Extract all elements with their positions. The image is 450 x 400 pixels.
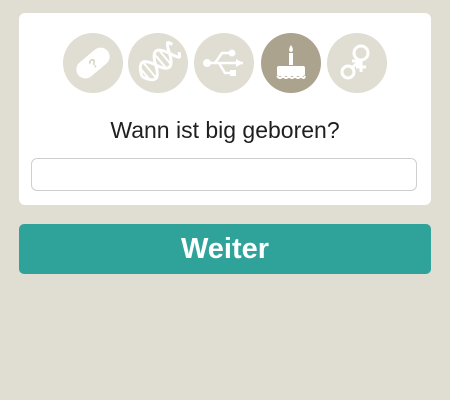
step-birthday (261, 33, 321, 93)
step-usb (194, 33, 254, 93)
question-card: ? Wann ist big geboren? (19, 13, 431, 205)
step-gender (327, 33, 387, 93)
step-dna (128, 33, 188, 93)
birthdate-input[interactable] (31, 158, 417, 191)
bandage-icon: ? (76, 47, 110, 79)
usb-icon (203, 49, 243, 76)
continue-button[interactable]: Weiter (19, 224, 431, 274)
step-indicator: ? (19, 33, 431, 93)
gender-icon (340, 44, 370, 80)
dna-icon (138, 41, 181, 82)
question-text: Wann ist big geboren? (110, 117, 340, 143)
birthday-cake-icon (276, 45, 306, 79)
step-bandage: ? (63, 33, 123, 93)
